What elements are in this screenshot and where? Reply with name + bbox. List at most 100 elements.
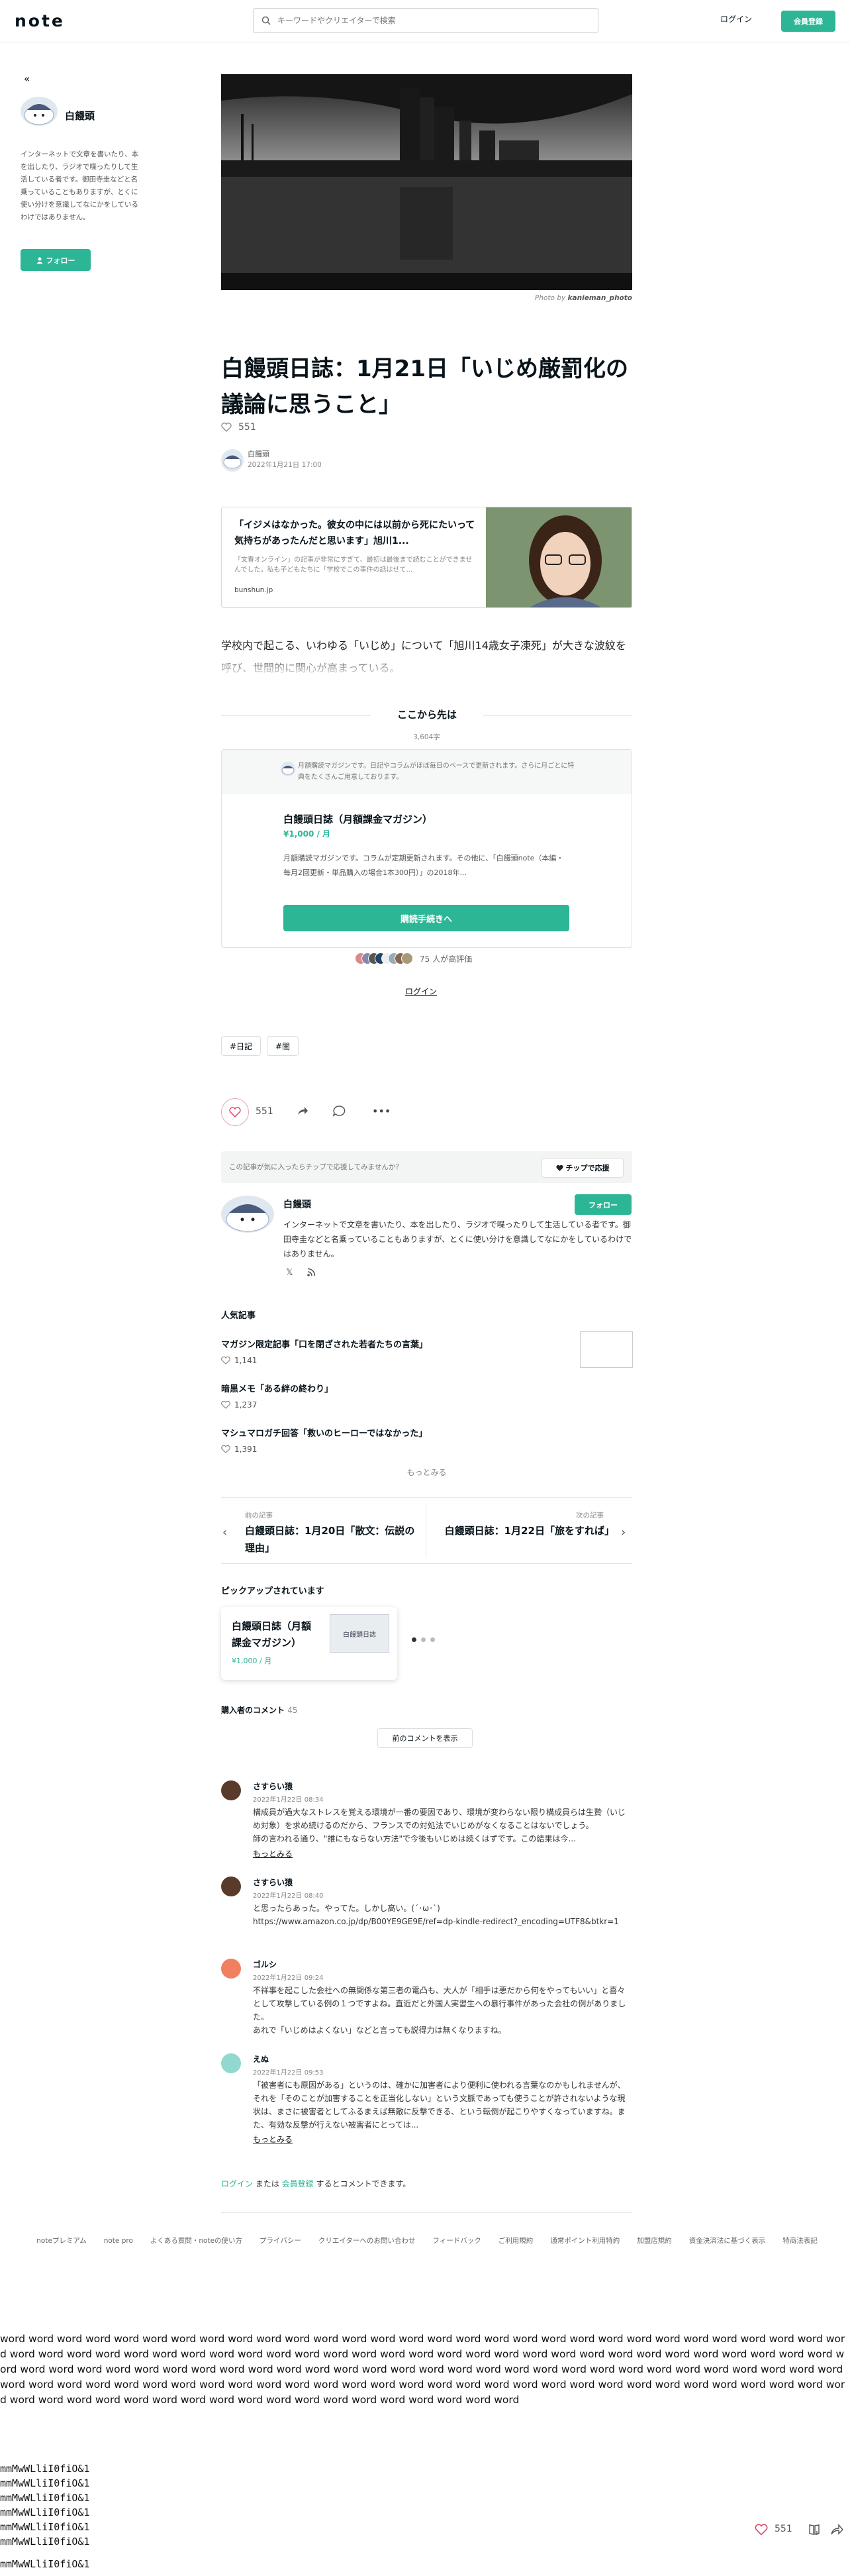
commenter-avatar[interactable] [221, 2053, 241, 2073]
subscribe-button[interactable]: 購読手続きへ [283, 905, 569, 931]
comment-text: 構成員が過大なストレスを覚える環境が一番の要因であり、環境が変わらない限り構成員… [253, 1808, 626, 1843]
popular-more-link[interactable]: もっとみる [221, 1467, 632, 1478]
footer-link[interactable]: 通常ポイント利用特約 [550, 2233, 620, 2249]
carousel-dot[interactable] [412, 1637, 416, 1642]
pickup-title[interactable]: 白饅頭日誌（月額課金マガジン） [232, 1618, 318, 1651]
comment-login-link[interactable]: ログイン [221, 2179, 253, 2189]
popular-item-likes: 1,141 [221, 1356, 257, 1365]
next-article-title[interactable]: 白饅頭日誌：1月22日「旅をすれば」 [437, 1522, 614, 1539]
popular-item-likes: 1,391 [221, 1445, 257, 1454]
footer-link[interactable]: クリエイターへのお問い合わせ [318, 2233, 416, 2249]
carousel-dots[interactable] [412, 1637, 435, 1642]
photo-credit-link[interactable]: kanieman_photo [568, 294, 632, 302]
footer-link[interactable]: 加盟店規約 [637, 2233, 672, 2249]
commenter-name[interactable]: さすらい猿 [253, 1877, 293, 1888]
comment-icon[interactable] [332, 1105, 346, 1117]
embed-domain: bunshun.jp [234, 586, 273, 594]
login-link-mid[interactable]: ログイン [405, 986, 437, 997]
like-summary[interactable]: 551 [221, 422, 256, 433]
note-logo[interactable]: note [15, 11, 65, 30]
popular-item-likes: 1,237 [221, 1400, 257, 1410]
bookmark-icon[interactable] [808, 2523, 821, 2536]
popular-item-title[interactable]: 暗黒メモ「ある絆の終わり」 [221, 1382, 333, 1394]
like-count: 551 [256, 1106, 273, 1117]
mono-line: mmMwWLliI0fiO&1 [0, 2521, 90, 2533]
author-avatar[interactable] [221, 449, 244, 472]
rss-icon[interactable] [307, 1268, 316, 1276]
footer-link[interactable]: noteプレミアム [36, 2233, 86, 2249]
mono-line: mmMwWLliI0fiO&1 [0, 2463, 90, 2475]
tag-diary[interactable]: #日記 [221, 1036, 261, 1056]
mono-line: mmMwWLliI0fiO&1 [0, 2506, 90, 2518]
filler-text: word word word word word word word word … [0, 2333, 845, 2406]
comments-heading: 購入者のコメント 45 [221, 1706, 298, 1715]
heart-icon [221, 1401, 230, 1409]
sidebar-avatar[interactable] [21, 97, 58, 126]
popular-item-title[interactable]: マシュマロガチ回答「救いのヒーローではなかった」 [221, 1426, 427, 1439]
more-options-icon[interactable]: ••• [372, 1105, 391, 1117]
embed-title: 「イジメはなかった。彼女の中には以前から死にたいって気持ちがあったんだと思います… [234, 520, 475, 546]
footer-link[interactable]: note pro [104, 2233, 133, 2249]
footer-link[interactable]: プライバシー [260, 2233, 301, 2249]
hero-image [221, 74, 632, 290]
floating-share-icon[interactable] [830, 2524, 843, 2536]
body-fade-overlay [221, 652, 632, 679]
collapse-sidebar-icon[interactable]: « [24, 73, 30, 85]
prev-article-title[interactable]: 白饅頭日誌：1月20日「散文：伝説の理由」 [245, 1522, 417, 1557]
embed-description: 「文春オンライン」の記事が非常にすぎて、最初は最後まで読むことができませんでした… [234, 556, 473, 574]
commenter-name[interactable]: さすらい猿 [253, 1780, 293, 1792]
comment-date: 2022年1月22日 08:34 [253, 1796, 324, 1804]
share-icon[interactable] [297, 1106, 308, 1116]
commenter-avatar[interactable] [221, 1877, 241, 1896]
chevron-right-icon[interactable]: › [621, 1525, 626, 1539]
commenter-name[interactable]: えぬ [253, 2053, 269, 2065]
publish-date: 2022年1月21日 17:00 [248, 461, 322, 469]
footer-link[interactable]: よくある質問・noteの使い方 [150, 2233, 242, 2249]
prev-article-label: 前の記事 [245, 1512, 273, 1520]
sidebar-author-name[interactable]: 白饅頭 [65, 109, 95, 123]
signup-button[interactable]: 会員登録 [781, 11, 835, 32]
tip-icon [555, 1164, 563, 1172]
magazine-title[interactable]: 白饅頭日誌（月額課金マガジン） [283, 812, 432, 826]
commenter-avatar[interactable] [221, 1959, 241, 1979]
comment-date: 2022年1月22日 08:40 [253, 1892, 324, 1900]
article-title: 白饅頭日誌：1月21日「いじめ厳罰化の議論に思うこと」 [221, 356, 628, 418]
sidebar-follow-button[interactable]: フォロー [21, 249, 91, 271]
heart-icon [221, 1357, 230, 1365]
carousel-dot[interactable] [430, 1637, 435, 1642]
comment-text: と思ったらあった。やってた。しかし高い。(´･ω･`) https://www.… [253, 1904, 619, 1926]
x-social-icon[interactable]: 𝕏 [286, 1268, 293, 1278]
tip-button[interactable]: チップで応援 [542, 1158, 624, 1178]
heart-icon [229, 1107, 241, 1117]
heart-icon [221, 423, 232, 432]
footer-link[interactable]: 資金決済法に基づく表示 [689, 2233, 766, 2249]
comment-more-link[interactable]: もっとみる [253, 1848, 293, 1859]
mono-line: mmMwWLliI0fiO&1 [0, 2536, 90, 2548]
carousel-dot[interactable] [421, 1637, 426, 1642]
creator-follow-button[interactable]: フォロー [575, 1194, 632, 1215]
footer-link[interactable]: フィードバック [432, 2233, 481, 2249]
commenter-name[interactable]: ゴルシ [253, 1959, 277, 1970]
mono-sample-line: mmMwWLliI0fiO&1 [0, 2558, 90, 2570]
comment-more-link[interactable]: もっとみる [253, 2134, 293, 2145]
footer-link[interactable]: 特商法表記 [782, 2233, 818, 2249]
magazine-icon [281, 762, 295, 776]
comment-text: 不祥事を起こした会社への無関係な第三者の電凸も、大人が「相手は悪だから何をやって… [253, 1986, 626, 2035]
show-previous-comments-button[interactable]: 前のコメントを表示 [377, 1728, 473, 1748]
author-name[interactable]: 白饅頭 [248, 448, 269, 459]
like-button[interactable] [221, 1098, 249, 1126]
creator-name[interactable]: 白饅頭 [283, 1198, 311, 1211]
tag-darkness[interactable]: #闇 [267, 1036, 299, 1056]
popular-item-thumbnail[interactable] [580, 1331, 633, 1368]
chevron-left-icon[interactable]: ‹ [222, 1525, 227, 1539]
search-input[interactable] [277, 16, 582, 25]
popular-item-title[interactable]: マガジン限定記事「口を閉ざされた若者たちの言葉」 [221, 1337, 428, 1350]
comment-signup-link[interactable]: 会員登録 [282, 2179, 314, 2189]
creator-avatar[interactable] [221, 1196, 274, 1233]
login-link[interactable]: ログイン [720, 13, 752, 25]
search-box[interactable] [253, 8, 598, 33]
footer-link[interactable]: ご利用規約 [498, 2233, 534, 2249]
commenter-avatar[interactable] [221, 1780, 241, 1800]
floating-heart-icon[interactable] [755, 2524, 768, 2536]
search-icon [261, 16, 271, 25]
